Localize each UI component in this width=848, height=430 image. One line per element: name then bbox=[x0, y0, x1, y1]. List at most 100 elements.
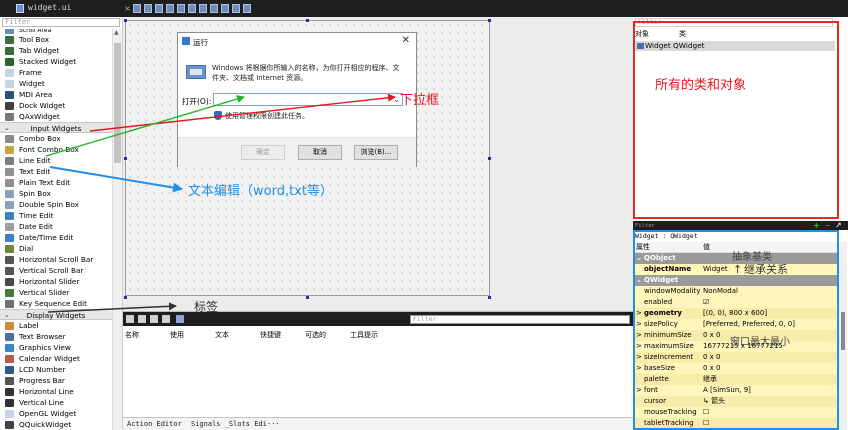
new-action-icon[interactable] bbox=[126, 315, 134, 323]
widget-item-label: OpenGL Widget bbox=[19, 409, 77, 418]
scroll-thumb[interactable] bbox=[114, 43, 121, 163]
property-scrollbar[interactable] bbox=[839, 242, 847, 430]
scroll-up-icon[interactable]: ▲ bbox=[114, 29, 119, 36]
layout-grid-icon[interactable] bbox=[221, 4, 229, 13]
widget-icon bbox=[5, 80, 14, 88]
horizontal-scroll-bar-icon bbox=[5, 256, 14, 264]
edit-signals-icon[interactable] bbox=[144, 4, 152, 13]
widget-item[interactable]: Graphics View bbox=[0, 342, 112, 353]
designer-tools: × bbox=[124, 4, 251, 13]
layout-horizontal-icon[interactable] bbox=[177, 4, 185, 13]
layout-vertical-icon[interactable] bbox=[188, 4, 196, 13]
chevron-down-icon[interactable]: ⌄ bbox=[393, 95, 400, 104]
admin-note: 使用管理权限创建此任务。 bbox=[225, 112, 309, 120]
widget-item[interactable]: Date/Time Edit bbox=[0, 232, 112, 243]
widget-box-scrollbar[interactable]: ▲ bbox=[112, 29, 122, 430]
property-filter-input[interactable]: Filter bbox=[635, 223, 810, 229]
widget-item[interactable]: Text Edit bbox=[0, 166, 112, 177]
run-program-icon bbox=[186, 65, 206, 79]
resize-handle[interactable] bbox=[488, 19, 491, 22]
widget-item[interactable]: Font Combo Box bbox=[0, 144, 112, 155]
remove-property-icon[interactable]: − bbox=[824, 221, 831, 230]
resize-handle[interactable] bbox=[306, 296, 309, 299]
browse-button[interactable]: 浏览(B)... bbox=[354, 145, 398, 160]
widget-item[interactable]: Vertical Line bbox=[0, 397, 112, 408]
close-icon[interactable]: ✕ bbox=[402, 35, 410, 46]
widget-item[interactable]: Widget bbox=[0, 78, 112, 89]
widget-item[interactable]: Vertical Slider bbox=[0, 287, 112, 298]
widget-item[interactable]: Key Sequence Edit bbox=[0, 298, 112, 309]
open-combo-box[interactable]: ⌄ bbox=[213, 93, 403, 106]
progress-bar-icon bbox=[5, 377, 14, 385]
config-icon[interactable] bbox=[176, 315, 184, 323]
widget-item[interactable]: QQuickWidget bbox=[0, 419, 112, 430]
widget-item[interactable]: Horizontal Line bbox=[0, 386, 112, 397]
widget-item-label: Frame bbox=[19, 68, 42, 77]
copy-icon[interactable] bbox=[138, 315, 146, 323]
break-layout-icon[interactable] bbox=[243, 4, 251, 13]
ok-button[interactable]: 确定 bbox=[241, 145, 285, 160]
widget-item[interactable]: Time Edit bbox=[0, 210, 112, 221]
resize-handle[interactable] bbox=[306, 19, 309, 22]
run-dialog: 运行 ✕ Windows 将根据你所输入的名称，为你打开相应的程序、文件夹、文档… bbox=[177, 32, 417, 168]
column-header[interactable]: 工具提示 bbox=[350, 330, 378, 340]
widget-item[interactable]: Dial bbox=[0, 243, 112, 254]
resize-handle[interactable] bbox=[488, 296, 491, 299]
scroll-thumb[interactable] bbox=[841, 312, 845, 350]
widget-item[interactable]: QAxWidget bbox=[0, 111, 112, 122]
combo-box-icon bbox=[5, 135, 14, 143]
resize-handle[interactable] bbox=[124, 19, 127, 22]
widget-item[interactable]: Vertical Scroll Bar bbox=[0, 265, 112, 276]
vertical-line-icon bbox=[5, 399, 14, 407]
add-property-icon[interactable]: + bbox=[813, 221, 820, 230]
widget-category[interactable]: ⌄ Input Widgets bbox=[0, 122, 112, 133]
tab-action-editor[interactable]: Action Editor bbox=[127, 420, 182, 428]
file-name[interactable]: widget.ui bbox=[28, 3, 71, 12]
tab-signals-slots-editor[interactable]: Signals _Slots Edi··· bbox=[191, 420, 280, 428]
resize-handle[interactable] bbox=[124, 296, 127, 299]
widget-item[interactable]: Calendar Widget bbox=[0, 353, 112, 364]
calendar-widget-icon bbox=[5, 355, 14, 363]
edit-buddies-icon[interactable] bbox=[155, 4, 163, 13]
column-header[interactable]: 快捷键 bbox=[260, 330, 281, 340]
delete-icon[interactable] bbox=[162, 315, 170, 323]
layout-splitter-v-icon[interactable] bbox=[210, 4, 218, 13]
widget-item[interactable]: Frame bbox=[0, 67, 112, 78]
widget-item[interactable]: Plain Text Edit bbox=[0, 177, 112, 188]
widget-item[interactable]: Horizontal Scroll Bar bbox=[0, 254, 112, 265]
widget-item[interactable]: LCD Number bbox=[0, 364, 112, 375]
widget-item[interactable]: MDI Area bbox=[0, 89, 112, 100]
widget-item[interactable]: Dock Widget bbox=[0, 100, 112, 111]
widget-item[interactable]: Stacked Widget bbox=[0, 56, 112, 67]
widget-item[interactable]: Spin Box bbox=[0, 188, 112, 199]
widget-item[interactable]: Line Edit bbox=[0, 155, 112, 166]
edit-widgets-icon[interactable] bbox=[133, 4, 141, 13]
column-header[interactable]: 文本 bbox=[215, 330, 229, 340]
layout-splitter-h-icon[interactable] bbox=[199, 4, 207, 13]
widget-item[interactable]: Text Browser bbox=[0, 331, 112, 342]
configure-icon[interactable]: ↗ bbox=[835, 221, 842, 230]
column-header[interactable]: 可选的 bbox=[305, 330, 326, 340]
widget-item[interactable]: Horizontal Slider bbox=[0, 276, 112, 287]
resize-handle[interactable] bbox=[124, 157, 127, 160]
paste-icon[interactable] bbox=[150, 315, 158, 323]
column-header[interactable]: 使用 bbox=[170, 330, 184, 340]
widget-filter-input[interactable]: Filter bbox=[2, 18, 120, 27]
widget-category[interactable]: ⌄ Display Widgets bbox=[0, 309, 112, 320]
widget-item[interactable]: Combo Box bbox=[0, 133, 112, 144]
widget-item-label: LCD Number bbox=[19, 365, 66, 374]
widget-item[interactable]: Label bbox=[0, 320, 112, 331]
widget-item[interactable]: Tool Box bbox=[0, 34, 112, 45]
action-filter-input[interactable]: Filter bbox=[410, 315, 630, 324]
widget-item[interactable]: Tab Widget bbox=[0, 45, 112, 56]
cancel-button[interactable]: 取消 bbox=[298, 145, 342, 160]
resize-handle[interactable] bbox=[488, 157, 491, 160]
widget-item[interactable]: Double Spin Box bbox=[0, 199, 112, 210]
layout-form-icon[interactable] bbox=[232, 4, 240, 13]
widget-item[interactable]: Date Edit bbox=[0, 221, 112, 232]
close-icon[interactable]: × bbox=[124, 4, 131, 13]
edit-tab-order-icon[interactable] bbox=[166, 4, 174, 13]
widget-item[interactable]: OpenGL Widget bbox=[0, 408, 112, 419]
column-header[interactable]: 名称 bbox=[125, 330, 139, 340]
widget-item[interactable]: Progress Bar bbox=[0, 375, 112, 386]
